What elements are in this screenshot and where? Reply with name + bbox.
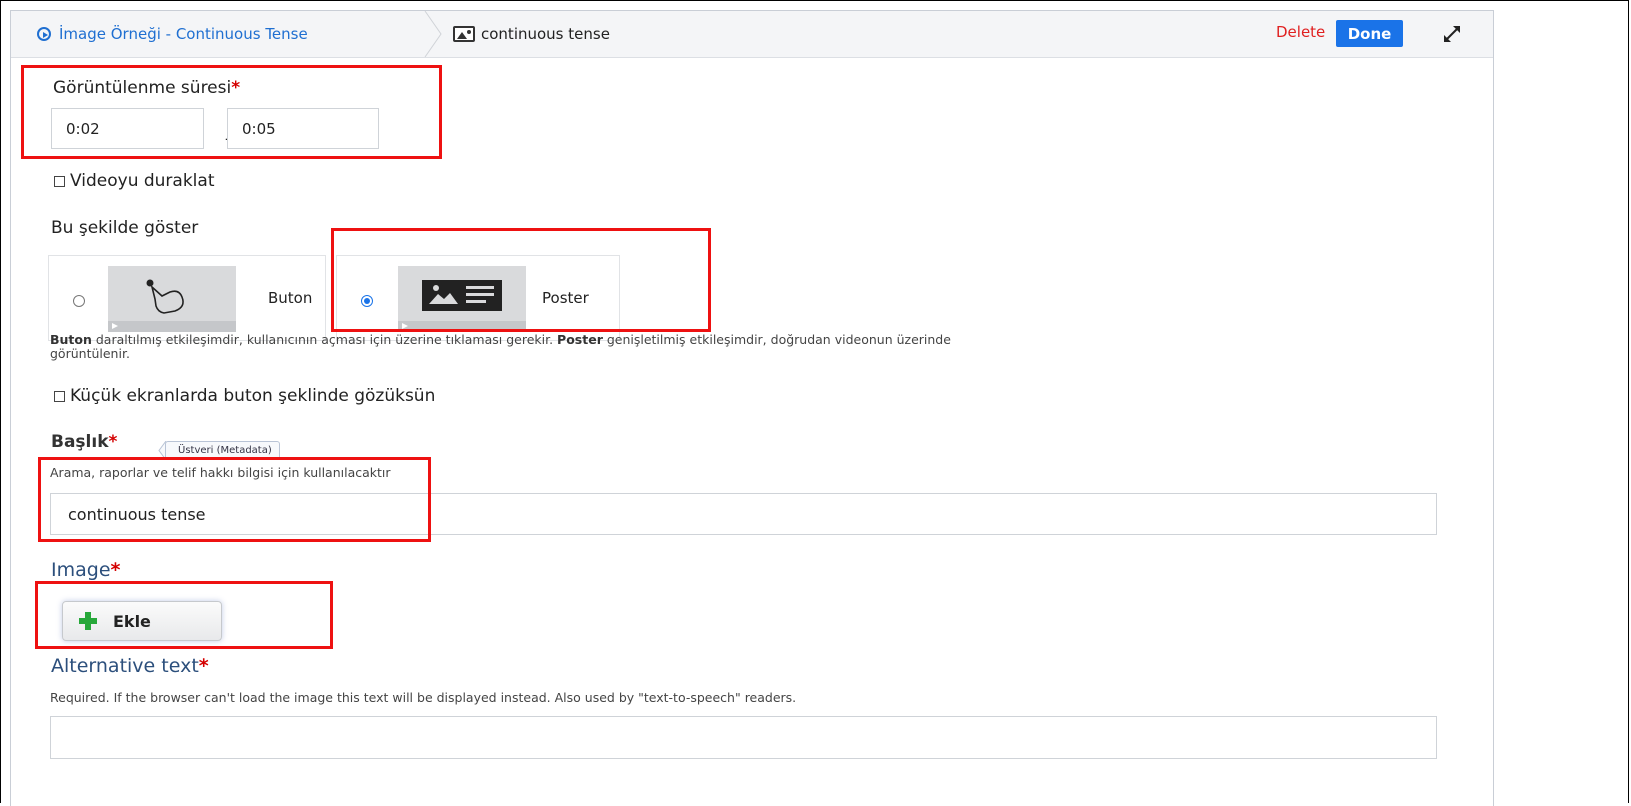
metadata-tag[interactable]: Üstveri (Metadata) [165,441,280,460]
display-option-poster[interactable]: Poster [336,255,620,341]
poster-thumbnail [398,266,526,332]
alt-text-label: Alternative text* [51,655,209,677]
breadcrumb-element-label: continuous tense [481,25,610,43]
video-bar [108,321,236,332]
option-label-buton: Buton [268,289,313,307]
display-time-label: Görüntülenme süresi* [53,78,241,98]
interaction-editor-panel: İmage Örneği - Continuous Tense continuo… [10,10,1494,806]
add-image-button[interactable]: Ekle [62,601,222,641]
checkbox-icon[interactable] [54,390,65,402]
title-help: Arama, raporlar ve telif hakkı bilgisi i… [50,465,391,480]
title-input[interactable] [50,493,1437,535]
breadcrumb-interaction-label: İmage Örneği - Continuous Tense [59,25,308,43]
small-screens-label: Küçük ekranlarda buton şeklinde gözüksün [70,386,436,406]
plus-icon [79,612,97,630]
required-mark: * [108,432,118,452]
radio-button-selected[interactable] [361,295,373,307]
video-bar [398,321,526,332]
image-icon [453,26,475,42]
end-time-input[interactable] [227,108,379,149]
pause-video-label: Videoyu duraklat [70,171,215,191]
breadcrumb-element: continuous tense [453,11,610,57]
delete-button[interactable]: Delete [1276,23,1325,41]
pointer-hand-icon [146,279,184,314]
display-as-label: Bu şekilde göster [51,218,199,238]
radio-button[interactable] [73,295,85,307]
display-option-button[interactable]: Buton [48,255,326,341]
alt-text-help: Required. If the browser can't load the … [50,690,797,705]
play-circle-icon [37,27,51,41]
title-label: Başlık* [51,432,118,452]
required-mark: * [198,655,209,677]
image-label: Image* [51,559,121,581]
done-button[interactable]: Done [1336,20,1403,47]
alt-text-input[interactable] [50,716,1437,759]
expand-icon[interactable] [1441,23,1463,45]
pause-video-checkbox[interactable]: Videoyu duraklat [54,171,215,191]
checkbox-icon[interactable] [54,175,65,187]
required-mark: * [231,78,241,98]
breadcrumb-interaction[interactable]: İmage Örneği - Continuous Tense [11,11,433,57]
add-image-label: Ekle [113,611,151,631]
button-thumbnail [108,266,236,332]
required-mark: * [110,559,121,581]
editor-toolbar: İmage Örneği - Continuous Tense continuo… [11,11,1493,58]
start-time-input[interactable] [51,108,204,149]
breadcrumb-separator [424,11,442,57]
poster-icon [422,280,502,311]
small-screens-checkbox[interactable]: Küçük ekranlarda buton şeklinde gözüksün [54,386,435,406]
display-as-help: Buton daraltılmış etkileşimdir, kullanıc… [50,332,951,361]
option-label-poster: Poster [542,289,589,307]
